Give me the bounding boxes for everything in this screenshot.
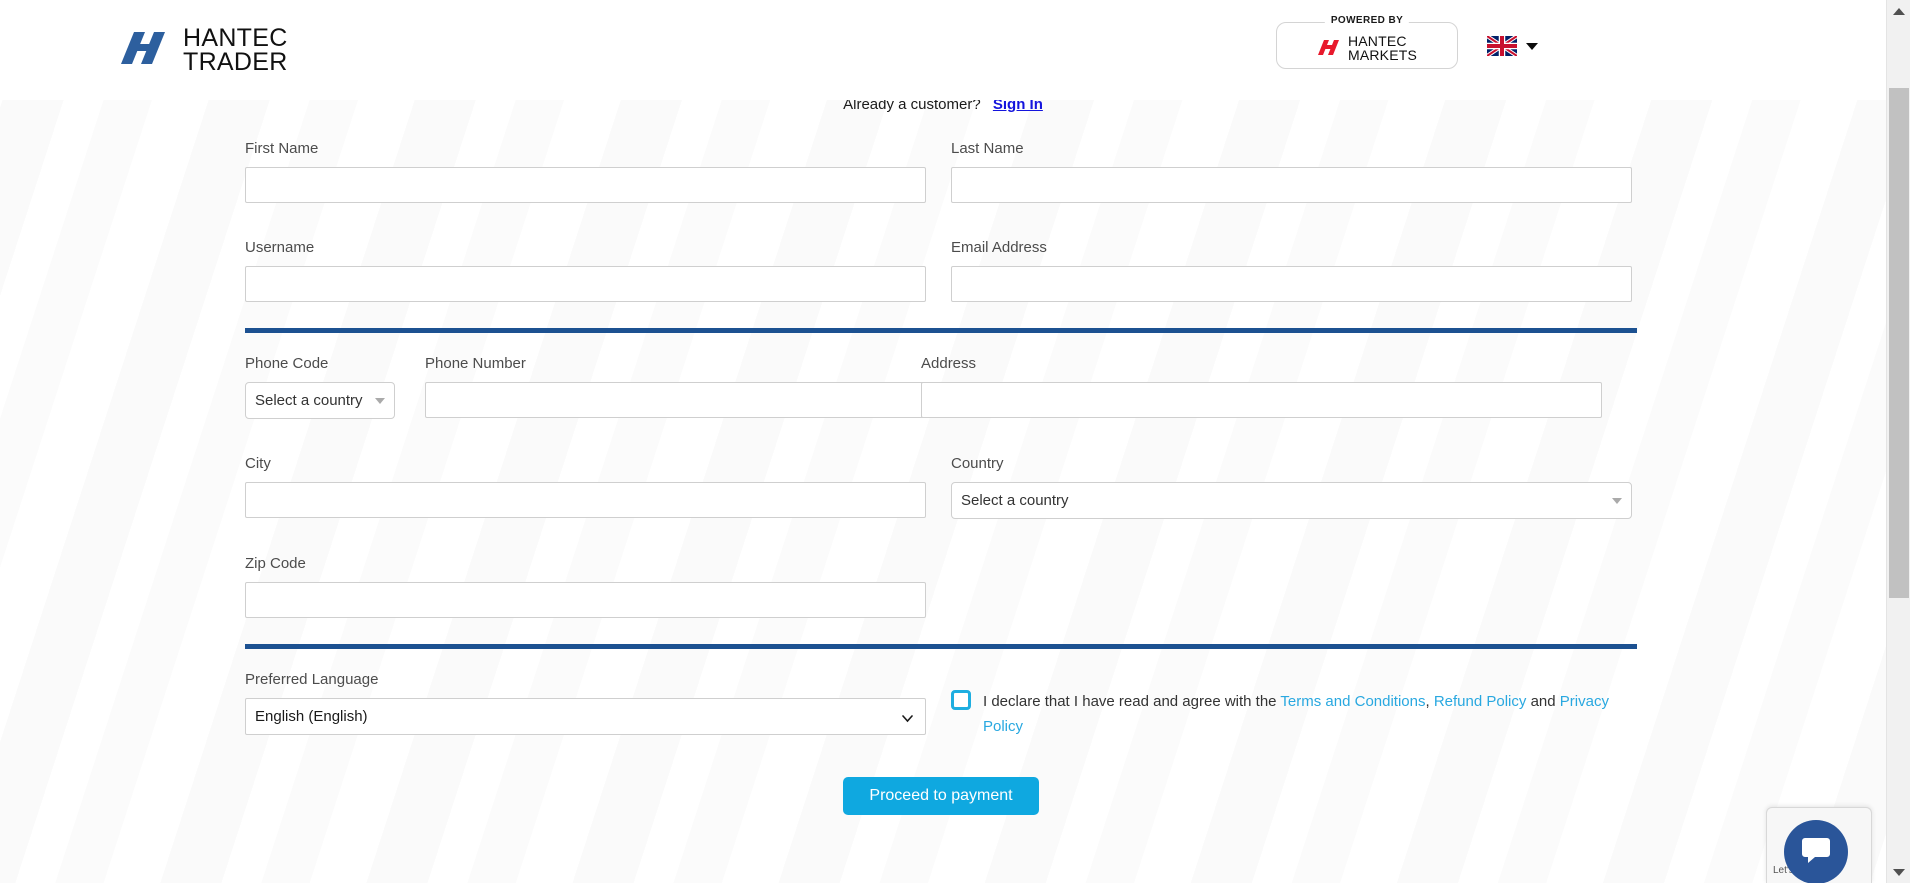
- last-name-label: Last Name: [951, 140, 1024, 157]
- phone-code-label: Phone Code: [245, 355, 329, 372]
- country-label: Country: [951, 455, 1004, 472]
- scrollbar-down-arrow[interactable]: [1887, 861, 1910, 883]
- terms-checkbox[interactable]: [951, 690, 971, 710]
- city-field-group: City: [245, 455, 951, 519]
- terms-text: I declare that I have read and agree wit…: [983, 689, 1628, 739]
- hantec-markets-logo-icon: [1317, 37, 1341, 59]
- address-field-group: Address: [921, 355, 1607, 419]
- preferred-language-field-group: Preferred Language English (English): [245, 671, 951, 739]
- form-row-credentials: Username Email Address: [245, 239, 1637, 302]
- chevron-down-icon: [375, 397, 385, 404]
- username-input[interactable]: [245, 266, 926, 302]
- hantec-trader-logo-icon: [117, 26, 171, 74]
- city-label: City: [245, 455, 271, 472]
- powered-by-label: POWERED BY: [1324, 15, 1410, 26]
- terms-agreement-row: I declare that I have read and agree wit…: [951, 671, 1637, 739]
- refund-policy-link[interactable]: Refund Policy: [1434, 693, 1527, 710]
- last-name-input[interactable]: [951, 167, 1632, 203]
- phone-number-field-group: Phone Number: [425, 355, 925, 419]
- site-header: HANTEC TRADER POWERED BY HANTEC MARKETS: [0, 0, 1886, 100]
- terms-and-conditions-link[interactable]: Terms and Conditions: [1280, 693, 1425, 710]
- terms-separator-1: ,: [1425, 693, 1434, 710]
- form-row-contact: Phone Code Select a country Phone Number…: [245, 355, 1637, 419]
- scrollbar-up-arrow[interactable]: [1887, 0, 1910, 22]
- form-row-language-terms: Preferred Language English (English) I d: [245, 671, 1637, 739]
- last-name-field-group: Last Name: [951, 140, 1637, 203]
- form-row-names: First Name Last Name: [245, 140, 1637, 203]
- address-label: Address: [921, 355, 977, 372]
- chat-bubble-icon: [1800, 835, 1832, 870]
- registration-form: First Name Last Name Username Email Addr…: [245, 140, 1637, 815]
- form-row-location: City Country Select a country: [245, 455, 1637, 519]
- submit-row: Proceed to payment: [245, 777, 1637, 815]
- email-input[interactable]: [951, 266, 1632, 302]
- powered-by-brand-text: HANTEC MARKETS: [1348, 34, 1417, 62]
- phone-number-input[interactable]: [425, 382, 925, 418]
- uk-flag-icon: [1485, 34, 1519, 58]
- chat-bubble-button[interactable]: [1784, 820, 1848, 883]
- first-name-label: First Name: [245, 140, 319, 157]
- section-divider-1: [245, 328, 1637, 333]
- username-label: Username: [245, 239, 315, 256]
- section-divider-2: [245, 644, 1637, 649]
- chevron-up-icon: [1893, 7, 1905, 15]
- powered-by-badge: POWERED BY HANTEC MARKETS: [1276, 15, 1458, 69]
- first-name-input[interactable]: [245, 167, 926, 203]
- language-selector[interactable]: [1485, 34, 1538, 58]
- terms-column: I declare that I have read and agree wit…: [951, 671, 1637, 739]
- page-viewport: HANTEC TRADER POWERED BY HANTEC MARKETS: [0, 0, 1910, 883]
- first-name-field-group: First Name: [245, 140, 951, 203]
- zip-code-field-group: Zip Code: [245, 555, 951, 618]
- preferred-language-select[interactable]: English (English): [245, 698, 926, 735]
- phone-code-value: Select a country: [255, 392, 363, 409]
- chevron-down-icon: [1612, 497, 1622, 504]
- brand-logo-line1: HANTEC: [183, 24, 288, 52]
- background-watermark-right: [1630, 100, 1910, 883]
- page-scrollbar[interactable]: [1886, 0, 1910, 883]
- address-input[interactable]: [921, 382, 1602, 418]
- powered-by-brand-line1: HANTEC: [1347, 33, 1407, 49]
- phone-code-field-group: Phone Code Select a country: [245, 355, 395, 419]
- email-field-group: Email Address: [951, 239, 1637, 302]
- terms-separator-2: and: [1526, 693, 1560, 710]
- username-field-group: Username: [245, 239, 951, 302]
- brand-logo-line2: TRADER: [183, 48, 288, 76]
- city-input[interactable]: [245, 482, 926, 518]
- proceed-to-payment-button[interactable]: Proceed to payment: [843, 777, 1039, 815]
- preferred-language-label: Preferred Language: [245, 671, 379, 688]
- email-label: Email Address: [951, 239, 1047, 256]
- brand-logo-text: HANTEC TRADER: [183, 24, 288, 76]
- country-field-group: Country Select a country: [951, 455, 1637, 519]
- zip-code-input[interactable]: [245, 582, 926, 618]
- phone-code-select[interactable]: Select a country: [245, 382, 395, 419]
- powered-by-brand-line2: MARKETS: [1347, 47, 1418, 63]
- chevron-down-icon: [1526, 42, 1538, 50]
- scrollbar-thumb[interactable]: [1889, 88, 1909, 598]
- chevron-down-icon: [1893, 868, 1905, 876]
- terms-intro: I declare that I have read and agree wit…: [983, 693, 1281, 710]
- zip-row-spacer: [951, 555, 1637, 618]
- brand-logo[interactable]: HANTEC TRADER: [117, 24, 288, 76]
- zip-code-label: Zip Code: [245, 555, 306, 572]
- form-row-zip: Zip Code: [245, 555, 1637, 618]
- country-value: Select a country: [961, 492, 1069, 509]
- chat-widget[interactable]: Let's Chat: [1766, 807, 1872, 883]
- phone-number-label: Phone Number: [425, 355, 526, 372]
- country-select[interactable]: Select a country: [951, 482, 1632, 519]
